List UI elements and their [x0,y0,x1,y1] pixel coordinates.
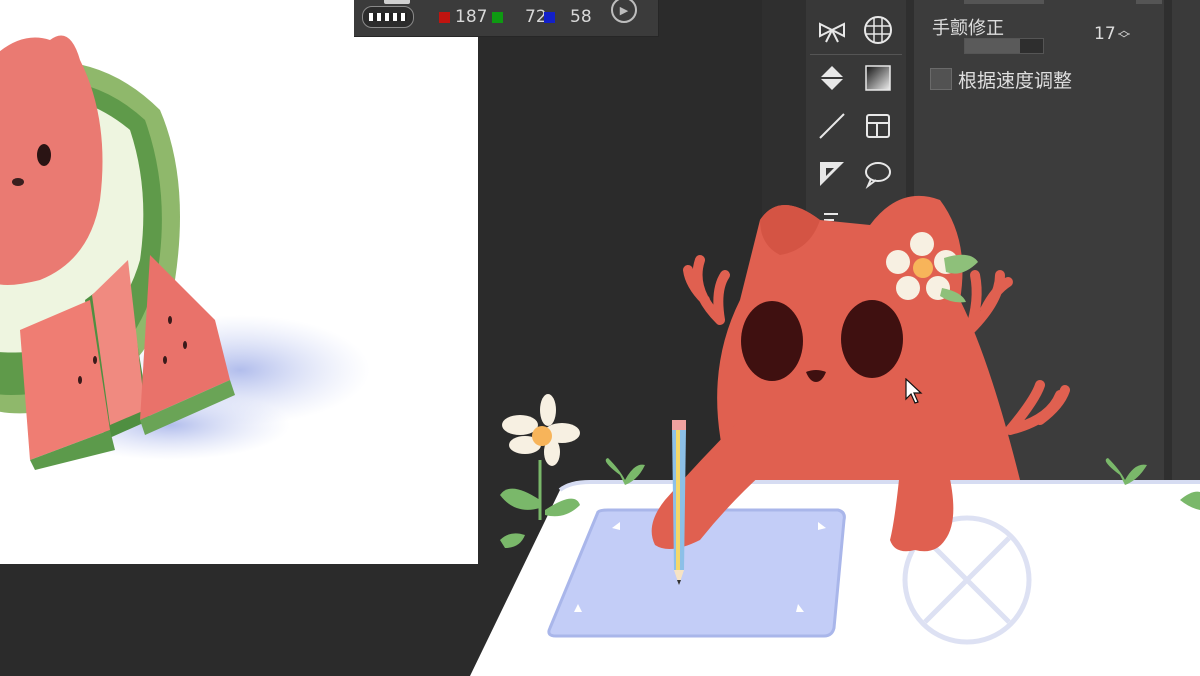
red-value[interactable]: 187 [455,7,487,27]
top-slider-knob[interactable] [1136,0,1162,4]
tool-property-panel: 手颤修正 17 ︿ ﹀ 根据速度调整 [914,0,1164,676]
more-tools-icon [824,213,838,221]
frame-border-icon [866,114,890,138]
texture-pattern-icon [369,13,407,21]
blue-swatch [544,11,555,23]
tool-palette [806,0,906,676]
texture-tab[interactable] [384,0,410,4]
play-button[interactable]: ▶ [611,0,637,23]
canvas-paper[interactable] [0,0,478,564]
gradient-tool[interactable] [858,58,898,98]
more-tools[interactable] [812,200,852,240]
blue-channel: 58 [544,7,592,27]
green-channel: 72 [492,7,547,27]
frame-tool[interactable] [858,106,898,146]
play-icon: ▶ [619,3,629,17]
fill-bucket-icon [820,66,844,90]
green-swatch [492,11,503,23]
stabilization-value[interactable]: 17 [1094,24,1116,44]
perspective-grid-tool[interactable] [858,10,898,50]
texture-button[interactable] [362,6,414,28]
speed-adjust-label: 根据速度调整 [958,70,1073,92]
line-icon [819,113,845,139]
gradient-icon [865,65,891,91]
stabilization-label: 手颤修正 [932,18,1004,39]
far-right-panel [1172,0,1200,676]
top-slider[interactable] [964,0,1044,4]
stabilization-spinner[interactable]: ︿ ﹀ [1118,24,1130,45]
perspective-grid-icon [864,16,892,44]
ribbon-tool[interactable] [812,10,852,50]
balloon-tool[interactable] [858,154,898,194]
line-tool[interactable] [812,106,852,146]
canvas-area[interactable]: 手颤修正 17 ︿ ﹀ 根据速度调整 187 72 58 ▶ [0,0,1200,676]
watermelon-artwork [0,35,370,470]
color-bar: 187 72 58 ▶ [354,0,659,37]
ruler-tool[interactable] [812,154,852,194]
speech-balloon-icon [865,162,891,190]
stabilization-slider[interactable] [964,38,1044,54]
pencil [672,420,686,585]
ribbon-icon [819,22,845,43]
speed-adjust-checkbox[interactable] [930,68,952,90]
ruler-icon [820,162,844,186]
red-channel: 187 [439,7,487,27]
daisy-left [500,394,580,520]
red-swatch [439,11,450,23]
tool-divider [810,54,902,55]
mouse-cursor-icon [905,378,923,404]
chevron-down-icon[interactable]: ﹀ [1118,33,1130,45]
fill-tool[interactable] [812,58,852,98]
blue-value[interactable]: 58 [570,7,592,27]
